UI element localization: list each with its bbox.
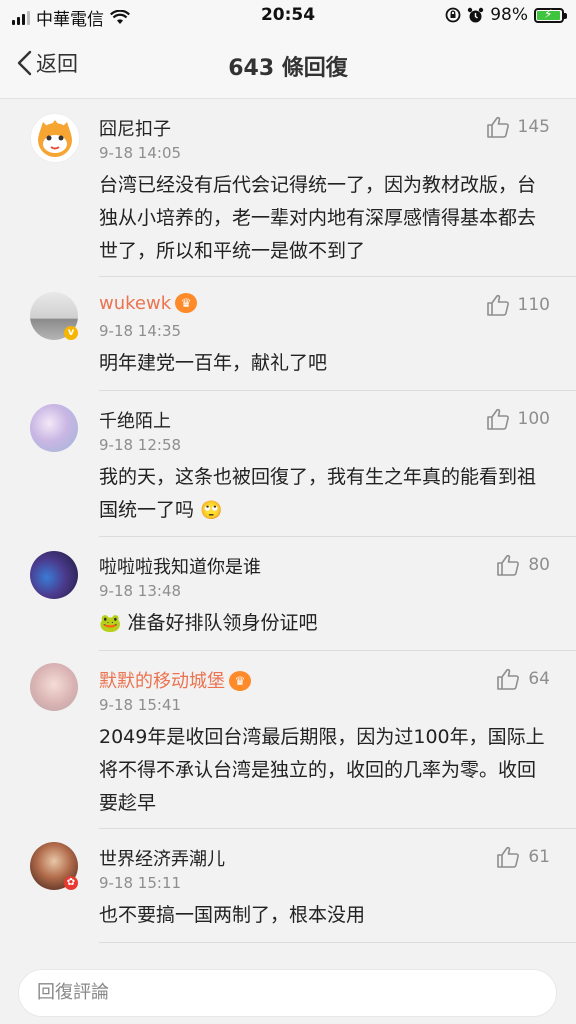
thumbs-up-icon: [486, 294, 509, 316]
avatar[interactable]: [30, 551, 78, 599]
battery-charging-icon: ⚡: [534, 7, 567, 23]
like-count: 100: [517, 409, 550, 429]
reply-comment-input[interactable]: 回復評論: [18, 969, 557, 1017]
divider: [99, 942, 576, 943]
like-button[interactable]: 61: [496, 846, 550, 868]
like-count: 61: [528, 847, 550, 867]
thumbs-up-icon: [486, 116, 509, 138]
thumbs-up-icon: [497, 846, 520, 868]
comment-text: 2049年是收回台湾最后期限，因为过100年，国际上将不得不承认台湾是独立的，收…: [99, 726, 545, 814]
alarm-icon: [468, 7, 484, 22]
comment-author[interactable]: 默默的移动城堡 ♛: [99, 667, 251, 693]
comment-text: 🐸 准备好排队领身份证吧: [99, 607, 549, 640]
like-button[interactable]: 80: [496, 554, 550, 576]
comment-item: 千绝陌上 9-18 12:58 100 我的天，这条也被回復了，我有生之年真的能…: [0, 391, 576, 537]
frog-emoji-icon: 🐸: [99, 613, 122, 634]
verified-badge-icon: v: [64, 326, 78, 340]
comment-author[interactable]: 千绝陌上: [99, 407, 171, 433]
comment-text: 台湾已经没有后代会记得统一了，因为教材改版，台独从小培养的，老一辈对内地有深厚感…: [99, 174, 537, 262]
comment-time: 9-18 14:05: [99, 144, 182, 162]
thinking-face-emoji-icon: 🙄: [200, 500, 223, 521]
comment-time: 9-18 14:35: [99, 322, 182, 340]
comment-item: ✿ 世界经济弄潮儿 9-18 15:11 61 也不要搞一国两制了，根本没用: [0, 829, 576, 943]
comment-time: 9-18 15:41: [99, 696, 182, 714]
orientation-lock-icon: [445, 7, 461, 23]
avatar[interactable]: [30, 113, 80, 163]
comment-time: 9-18 13:48: [99, 582, 182, 600]
comment-item: 默默的移动城堡 ♛ 9-18 15:41 64 2049年是收回台湾最后期限，因为…: [0, 651, 576, 829]
comment-item: v wukewk ♛ 9-18 14:35 110 明年建党一百年，献礼了吧: [0, 277, 576, 391]
comment-author[interactable]: wukewk ♛: [99, 293, 198, 314]
like-count: 80: [528, 555, 550, 575]
like-button[interactable]: 110: [486, 294, 550, 316]
vip-crown-icon: ♛: [229, 671, 251, 691]
avatar[interactable]: [30, 404, 78, 452]
comment-text: 我的天，这条也被回復了，我有生之年真的能看到祖国统一了吗 🙄: [99, 461, 549, 527]
page-title: 643 條回復: [228, 56, 348, 81]
like-button[interactable]: 100: [486, 408, 550, 430]
status-bar: 中華電信 20:54 98% ⚡: [0, 0, 576, 32]
thumbs-up-icon: [486, 408, 509, 430]
comment-time: 9-18 15:11: [99, 874, 182, 892]
comment-author[interactable]: 囧尼扣子: [99, 115, 171, 141]
comment-text: 明年建党一百年，献礼了吧: [99, 352, 328, 374]
like-button[interactable]: 64: [496, 668, 550, 690]
comment-author[interactable]: 啦啦啦我知道你是谁: [99, 553, 261, 579]
comment-author[interactable]: 世界经济弄潮儿: [99, 845, 225, 871]
thumbs-up-icon: [497, 668, 520, 690]
nav-bar: 返回 643 條回復: [0, 32, 576, 99]
comment-text: 也不要搞一国两制了，根本没用: [99, 904, 366, 926]
comment-time: 9-18 12:58: [99, 436, 182, 454]
comment-item: 囧尼扣子 9-18 14:05 145 台湾已经没有后代会记得统一了，因为教材改…: [0, 99, 576, 277]
like-count: 110: [517, 295, 550, 315]
comment-list[interactable]: 囧尼扣子 9-18 14:05 145 台湾已经没有后代会记得统一了，因为教材改…: [0, 99, 576, 959]
comment-item: 啦啦啦我知道你是谁 9-18 13:48 80 🐸 准备好排队领身份证吧: [0, 537, 576, 651]
like-count: 64: [528, 669, 550, 689]
avatar[interactable]: [30, 663, 78, 711]
like-count: 145: [517, 117, 550, 137]
vip-crown-icon: ♛: [175, 293, 198, 313]
thumbs-up-icon: [497, 554, 520, 576]
reply-bar: 回復評論: [0, 959, 576, 1024]
verified-badge-icon: ✿: [64, 876, 78, 890]
battery-percent: 98%: [490, 5, 528, 25]
like-button[interactable]: 145: [486, 116, 550, 138]
